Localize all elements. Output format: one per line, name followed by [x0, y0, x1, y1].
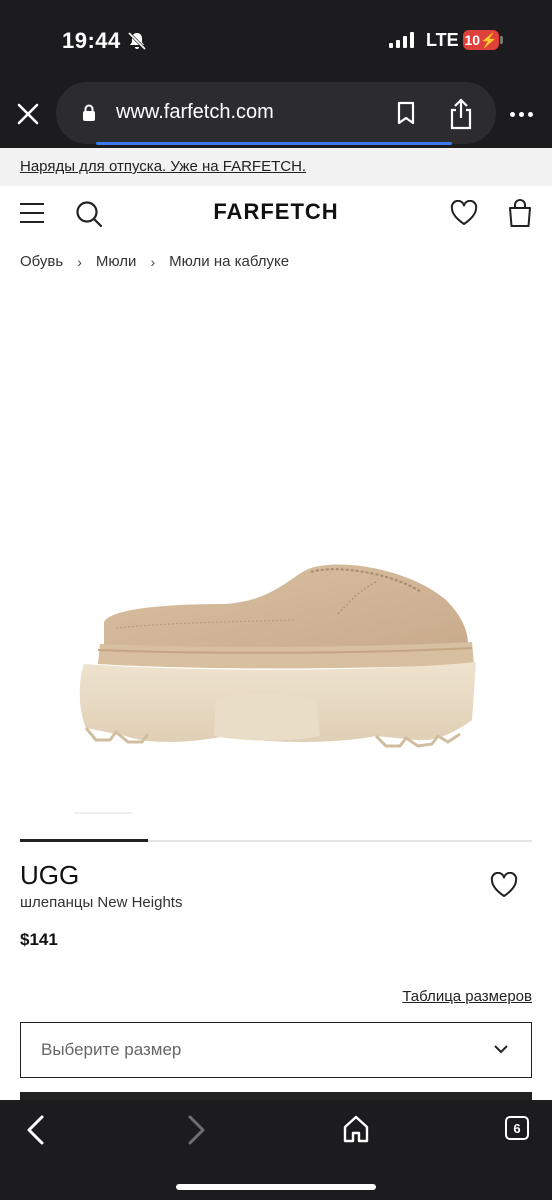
page-load-progress [96, 142, 452, 145]
carousel-position [20, 839, 148, 842]
signal-icon [389, 32, 414, 48]
product-name: шлепанцы New Heights [20, 894, 183, 911]
size-select[interactable]: Выберите размер [20, 1022, 532, 1078]
bag-icon[interactable] [506, 198, 534, 228]
battery-cap [500, 36, 503, 44]
promo-banner: Наряды для отпуска. Уже на FARFETCH. [0, 148, 552, 186]
breadcrumb-separator: › [150, 253, 156, 270]
chevron-down-icon [494, 1045, 508, 1054]
url-text[interactable]: www.farfetch.com [116, 101, 274, 124]
heart-icon[interactable] [490, 872, 518, 898]
battery-level: 10 ⚡ [463, 30, 499, 50]
lock-icon [83, 104, 95, 121]
breadcrumb-item-mules[interactable]: Мюли [96, 253, 137, 270]
bookmark-icon[interactable] [396, 101, 416, 125]
silent-bell-icon [127, 31, 147, 56]
home-icon[interactable] [342, 1114, 370, 1144]
close-icon[interactable] [14, 100, 42, 128]
size-select-placeholder: Выберите размер [41, 1040, 182, 1059]
product-brand[interactable]: UGG [20, 860, 79, 891]
share-icon[interactable] [448, 98, 474, 130]
home-indicator [176, 1184, 376, 1190]
more-icon[interactable] [510, 112, 533, 117]
back-icon[interactable] [24, 1114, 48, 1146]
tabs-button[interactable]: 6 [505, 1116, 529, 1140]
forward-icon [188, 1115, 205, 1145]
image-thumb-indicator [74, 812, 132, 814]
promo-link[interactable]: Наряды для отпуска. Уже на FARFETCH. [20, 158, 306, 175]
status-time: 19:44 [62, 28, 121, 53]
heart-icon[interactable] [450, 200, 478, 226]
status-bar: 19:44 LTE 10 ⚡ [0, 22, 552, 62]
product-price: $141 [20, 930, 58, 949]
network-type: LTE [426, 30, 459, 50]
breadcrumb-separator: › [77, 253, 82, 270]
size-chart-link[interactable]: Таблица размеров [402, 988, 532, 1005]
breadcrumb: Обувь › Мюли › Мюли на каблуке [20, 253, 289, 270]
breadcrumb-item-heeled-mules[interactable]: Мюли на каблуке [169, 253, 289, 270]
product-image[interactable] [76, 560, 476, 760]
breadcrumb-item-shoes[interactable]: Обувь [20, 253, 63, 270]
